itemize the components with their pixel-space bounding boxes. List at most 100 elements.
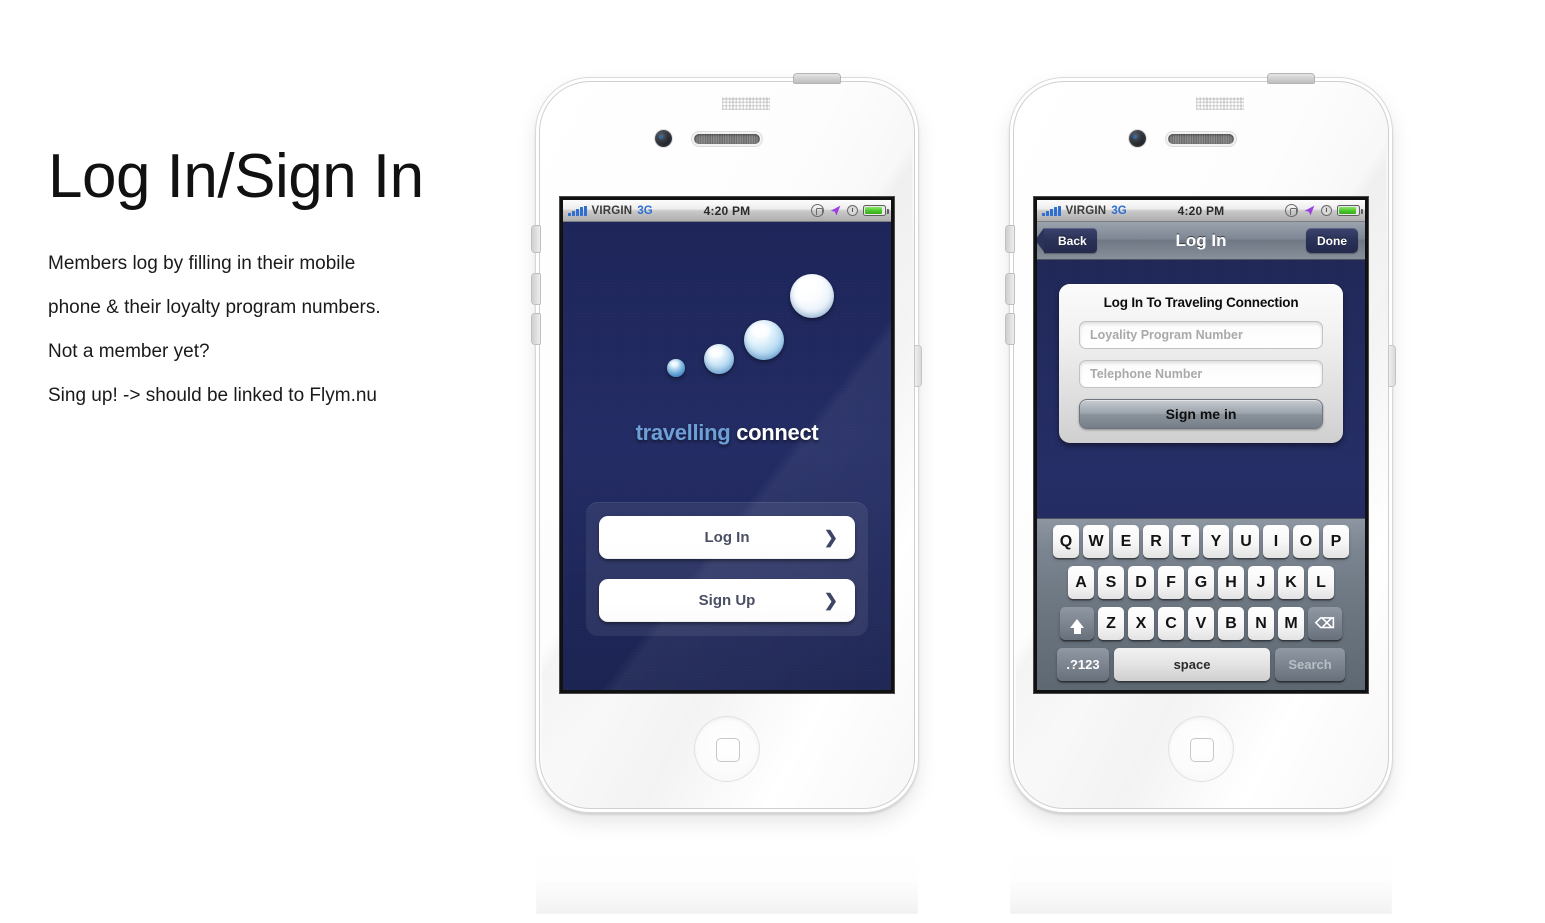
battery-icon: [1337, 205, 1363, 216]
bubble-icon-4: [790, 274, 834, 318]
key-l[interactable]: L: [1308, 566, 1334, 599]
key-v[interactable]: V: [1188, 607, 1214, 640]
key-z[interactable]: Z: [1098, 607, 1124, 640]
keyboard-row-3: Z X C V B N M ⌫: [1040, 607, 1362, 640]
location-arrow-icon: [830, 205, 841, 216]
key-b[interactable]: B: [1218, 607, 1244, 640]
status-bar: VIRGIN 3G 4:20 PM: [1037, 200, 1365, 222]
location-arrow-icon: [1304, 205, 1315, 216]
backspace-icon: ⌫: [1315, 615, 1335, 631]
key-h[interactable]: H: [1218, 566, 1244, 599]
key-s[interactable]: S: [1098, 566, 1124, 599]
back-button[interactable]: Back: [1037, 228, 1097, 253]
bubble-icon-2: [704, 344, 734, 374]
key-j[interactable]: J: [1248, 566, 1274, 599]
key-k[interactable]: K: [1278, 566, 1304, 599]
sign-me-in-button[interactable]: Sign me in: [1079, 399, 1323, 429]
power-button[interactable]: [794, 74, 840, 83]
carrier-label: VIRGIN: [1065, 204, 1107, 217]
sim-tray: [1389, 346, 1395, 386]
key-w[interactable]: W: [1083, 525, 1109, 558]
slide-canvas: Log In/Sign In Members log by filling in…: [0, 0, 1545, 923]
battery-icon: [863, 205, 889, 216]
keyboard-row-1: Q W E R T Y U I O P: [1040, 525, 1362, 558]
shift-icon: [1070, 619, 1084, 634]
sim-tray: [915, 346, 921, 386]
proximity-sensor-icon: [722, 97, 770, 110]
note-line-1: Members log by filling in their mobile: [48, 253, 356, 274]
back-button-label: Back: [1058, 233, 1087, 248]
key-x[interactable]: X: [1128, 607, 1154, 640]
note-line-4: Sing up! -> should be linked to Flym.nu: [48, 385, 377, 406]
backspace-key[interactable]: ⌫: [1308, 607, 1342, 640]
phone-screen-1: VIRGIN 3G 4:20 PM travelling connect Log…: [563, 200, 891, 690]
key-p[interactable]: P: [1323, 525, 1349, 558]
done-button[interactable]: Done: [1306, 228, 1358, 253]
logo-bubbles: [563, 222, 891, 452]
key-y[interactable]: Y: [1203, 525, 1229, 558]
note-line-2: phone & their loyalty program numbers.: [48, 297, 381, 318]
page-title: Log In/Sign In: [48, 142, 424, 211]
login-form-card: Log In To Traveling Connection Loyality …: [1059, 284, 1343, 443]
key-c[interactable]: C: [1158, 607, 1184, 640]
key-o[interactable]: O: [1293, 525, 1319, 558]
network-type-label: 3G: [637, 204, 653, 217]
phone-screen-2: VIRGIN 3G 4:20 PM Back Log In Done Log I…: [1037, 200, 1365, 690]
brand-word-travelling: travelling: [635, 420, 731, 445]
brand-word-connect: connect: [736, 420, 819, 445]
login-background: Log In To Traveling Connection Loyality …: [1037, 260, 1365, 690]
key-a[interactable]: A: [1068, 566, 1094, 599]
key-n[interactable]: N: [1248, 607, 1274, 640]
space-key[interactable]: space: [1114, 648, 1270, 681]
numeric-key[interactable]: .?123: [1057, 648, 1109, 681]
bubble-icon-3: [744, 320, 784, 360]
bubble-icon-1: [667, 359, 685, 377]
key-m[interactable]: M: [1278, 607, 1304, 640]
volume-down-button[interactable]: [1006, 314, 1014, 344]
key-g[interactable]: G: [1188, 566, 1214, 599]
volume-up-button[interactable]: [532, 274, 540, 304]
ring-switch[interactable]: [532, 226, 540, 252]
volume-down-button[interactable]: [532, 314, 540, 344]
earpiece-speaker-icon: [1168, 134, 1234, 144]
shift-key[interactable]: [1060, 607, 1094, 640]
chevron-right-icon: ❯: [823, 527, 838, 547]
key-f[interactable]: F: [1158, 566, 1184, 599]
key-e[interactable]: E: [1113, 525, 1139, 558]
front-camera-icon: [655, 130, 672, 147]
front-camera-icon: [1129, 130, 1146, 147]
loyalty-program-number-input[interactable]: Loyality Program Number: [1079, 321, 1323, 349]
phone-reflection-1: [536, 818, 918, 914]
phone-mockup-splash: VIRGIN 3G 4:20 PM travelling connect Log…: [532, 74, 921, 812]
earpiece-speaker-icon: [694, 134, 760, 144]
telephone-number-input[interactable]: Telephone Number: [1079, 360, 1323, 388]
signal-bars-icon: [568, 205, 587, 216]
key-d[interactable]: D: [1128, 566, 1154, 599]
clock-icon: [847, 205, 858, 216]
form-heading: Log In To Traveling Connection: [1103, 295, 1299, 310]
key-t[interactable]: T: [1173, 525, 1199, 558]
log-in-button[interactable]: Log In ❯: [599, 516, 855, 559]
key-i[interactable]: I: [1263, 525, 1289, 558]
onscreen-keyboard: Q W E R T Y U I O P A S D F G H J K L Z …: [1037, 518, 1365, 690]
home-button[interactable]: [694, 716, 760, 782]
ring-switch[interactable]: [1006, 226, 1014, 252]
proximity-sensor-icon: [1196, 97, 1244, 110]
log-in-button-label: Log In: [704, 529, 750, 546]
search-key[interactable]: Search: [1275, 648, 1345, 681]
network-type-label: 3G: [1111, 204, 1127, 217]
rotation-lock-icon: [1285, 204, 1298, 217]
volume-up-button[interactable]: [1006, 274, 1014, 304]
key-r[interactable]: R: [1143, 525, 1169, 558]
sign-up-button[interactable]: Sign Up ❯: [599, 579, 855, 622]
carrier-label: VIRGIN: [591, 204, 633, 217]
power-button[interactable]: [1268, 74, 1314, 83]
key-q[interactable]: Q: [1053, 525, 1079, 558]
home-button[interactable]: [1168, 716, 1234, 782]
auth-button-panel: Log In ❯ Sign Up ❯: [586, 502, 868, 636]
phone-reflection-2: [1010, 818, 1392, 914]
note-line-3: Not a member yet?: [48, 341, 210, 362]
key-u[interactable]: U: [1233, 525, 1259, 558]
phone-mockup-login: VIRGIN 3G 4:20 PM Back Log In Done Log I…: [1006, 74, 1395, 812]
navigation-bar: Back Log In Done: [1037, 222, 1365, 260]
